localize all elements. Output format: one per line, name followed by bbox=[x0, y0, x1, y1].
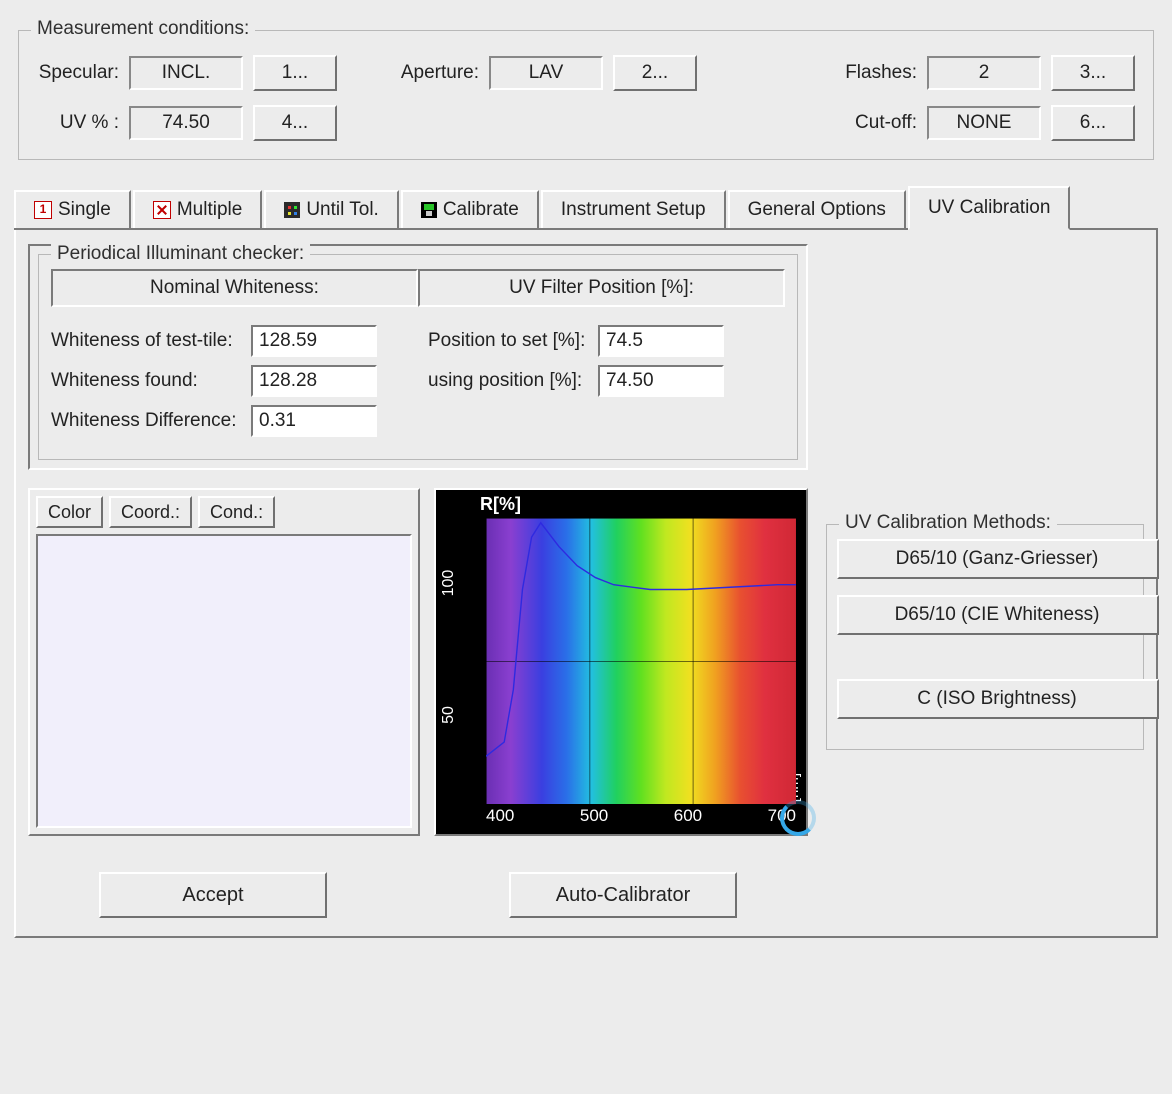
uv-methods-title: UV Calibration Methods: bbox=[839, 512, 1057, 534]
tile-label: Whiteness of test-tile: bbox=[51, 330, 251, 352]
chart-yticks: 50 100 bbox=[440, 490, 478, 804]
busy-spinner-icon bbox=[780, 800, 816, 836]
bottom-buttons: Accept Auto-Calibrator bbox=[28, 872, 808, 918]
single-icon bbox=[34, 201, 52, 219]
chart-ylabel: R[%] bbox=[480, 494, 521, 515]
uv-value: 74.50 bbox=[129, 106, 243, 140]
illuminant-title: Periodical Illuminant checker: bbox=[51, 243, 310, 265]
uv-calibration-window: Measurement conditions: Specular: INCL. … bbox=[0, 0, 1172, 1094]
uv-filter-position-header: UV Filter Position [%]: bbox=[418, 269, 785, 307]
tab-calibrate-label: Calibrate bbox=[443, 199, 519, 221]
specular-button[interactable]: 1... bbox=[253, 55, 337, 91]
pos-set-label: Position to set [%]: bbox=[428, 330, 598, 352]
uv-label: UV % : bbox=[60, 112, 119, 134]
cutoff-button[interactable]: 6... bbox=[1051, 105, 1135, 141]
swatch-tab-coord[interactable]: Coord.: bbox=[109, 496, 192, 528]
specular-value: INCL. bbox=[129, 56, 243, 90]
until-tol-icon bbox=[284, 202, 300, 218]
swatch-panel: Color Coord.: Cond.: bbox=[28, 488, 420, 836]
illuminant-panel: Periodical Illuminant checker: Nominal W… bbox=[28, 244, 808, 470]
tab-uv-calibration-label: UV Calibration bbox=[928, 197, 1051, 219]
tab-single-label: Single bbox=[58, 199, 111, 221]
swatch-tab-color[interactable]: Color bbox=[36, 496, 103, 528]
tabbar: Single Multiple Until Tol. Calibrate Ins… bbox=[14, 186, 1158, 230]
chart-plot-area bbox=[486, 518, 796, 804]
measurement-conditions-group: Measurement conditions: Specular: INCL. … bbox=[18, 30, 1154, 160]
pos-set-value[interactable]: 74.5 bbox=[598, 325, 724, 357]
tab-general-options-label: General Options bbox=[748, 199, 886, 221]
using-pos-label: using position [%]: bbox=[428, 370, 598, 392]
aperture-value: LAV bbox=[489, 56, 603, 90]
reflectance-chart: R[%] [nm] 50 100 400 500 600 bbox=[434, 488, 808, 836]
tab-instrument-setup-label: Instrument Setup bbox=[561, 199, 706, 221]
chart-line bbox=[486, 518, 796, 804]
tab-instrument-setup[interactable]: Instrument Setup bbox=[541, 190, 726, 228]
method-iso-brightness-button[interactable]: C (ISO Brightness) bbox=[837, 679, 1159, 719]
tile-value[interactable]: 128.59 bbox=[251, 325, 377, 357]
cutoff-label: Cut-off: bbox=[855, 112, 917, 134]
xtick-600: 600 bbox=[674, 806, 702, 830]
accept-button[interactable]: Accept bbox=[99, 872, 327, 918]
cutoff-value: NONE bbox=[927, 106, 1041, 140]
uv-button[interactable]: 4... bbox=[253, 105, 337, 141]
tab-until-tol[interactable]: Until Tol. bbox=[264, 190, 399, 228]
xtick-400: 400 bbox=[486, 806, 514, 830]
tab-multiple-label: Multiple bbox=[177, 199, 242, 221]
tab-uv-calibration[interactable]: UV Calibration bbox=[908, 186, 1071, 230]
method-ganz-griesser-button[interactable]: D65/10 (Ganz-Griesser) bbox=[837, 539, 1159, 579]
found-label: Whiteness found: bbox=[51, 370, 251, 392]
uv-calibration-tabbody: Periodical Illuminant checker: Nominal W… bbox=[14, 230, 1158, 938]
color-swatch bbox=[36, 534, 412, 828]
diff-value[interactable]: 0.31 bbox=[251, 405, 377, 437]
specular-label: Specular: bbox=[39, 62, 119, 84]
tab-until-tol-label: Until Tol. bbox=[306, 199, 379, 221]
ytick-100: 100 bbox=[440, 563, 458, 603]
multiple-icon bbox=[153, 201, 171, 219]
found-value[interactable]: 128.28 bbox=[251, 365, 377, 397]
conditions-row-2: UV % : 74.50 4... Cut-off: NONE 6... bbox=[37, 105, 1135, 141]
tab-calibrate[interactable]: Calibrate bbox=[401, 190, 539, 228]
method-cie-whiteness-button[interactable]: D65/10 (CIE Whiteness) bbox=[837, 595, 1159, 635]
lower-row: Color Coord.: Cond.: R[%] [nm] 50 100 bbox=[28, 488, 808, 836]
auto-calibrator-button[interactable]: Auto-Calibrator bbox=[509, 872, 737, 918]
flashes-value: 2 bbox=[927, 56, 1041, 90]
flashes-button[interactable]: 3... bbox=[1051, 55, 1135, 91]
aperture-button[interactable]: 2... bbox=[613, 55, 697, 91]
uv-methods-group: UV Calibration Methods: D65/10 (Ganz-Gri… bbox=[826, 524, 1144, 750]
calibrate-icon bbox=[421, 202, 437, 218]
using-pos-value[interactable]: 74.50 bbox=[598, 365, 724, 397]
diff-label: Whiteness Difference: bbox=[51, 410, 251, 432]
nominal-whiteness-header: Nominal Whiteness: bbox=[51, 269, 418, 307]
flashes-label: Flashes: bbox=[845, 62, 917, 84]
xtick-500: 500 bbox=[580, 806, 608, 830]
conditions-row-1: Specular: INCL. 1... Aperture: LAV 2... … bbox=[37, 55, 1135, 91]
tab-general-options[interactable]: General Options bbox=[728, 190, 906, 228]
measurement-conditions-title: Measurement conditions: bbox=[31, 18, 255, 40]
ytick-50: 50 bbox=[440, 695, 458, 735]
tab-single[interactable]: Single bbox=[14, 190, 131, 228]
chart-xticks: 400 500 600 700 bbox=[486, 806, 796, 830]
aperture-label: Aperture: bbox=[401, 62, 479, 84]
tab-multiple[interactable]: Multiple bbox=[133, 190, 262, 228]
illuminant-group: Periodical Illuminant checker: Nominal W… bbox=[38, 254, 798, 460]
swatch-tab-cond[interactable]: Cond.: bbox=[198, 496, 275, 528]
